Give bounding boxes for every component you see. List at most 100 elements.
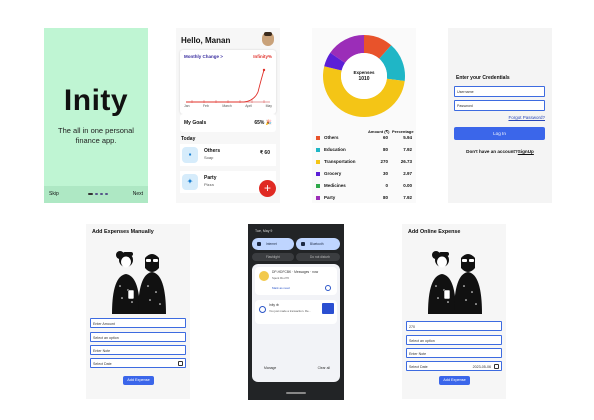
calendar-icon[interactable] (494, 364, 499, 369)
sms-notification[interactable]: DP-HDFCBK · Messages · now Spent Rs.270 … (255, 267, 337, 295)
category-name: Transportation (324, 159, 356, 164)
legend-swatch (316, 160, 320, 164)
avatar[interactable] (262, 32, 274, 46)
notification-body: Spent Rs.270 (272, 276, 289, 280)
category-name: Grocery (324, 171, 342, 176)
page-indicator (88, 193, 108, 195)
login-heading: Enter your Credentials (456, 75, 510, 81)
goals-value: 65% 🎉 (254, 120, 272, 126)
splash-screen: Inity The all in one personal finance ap… (44, 28, 148, 203)
date-input[interactable]: Select Date 2023-05-06 (406, 361, 502, 371)
tile-label: Do not disturb (310, 255, 330, 259)
amount-input[interactable]: Enter Amount (90, 318, 186, 328)
page-dot (100, 193, 103, 195)
tile-label: Bluetooth (310, 242, 324, 246)
amount-input[interactable]: 270 (406, 321, 502, 331)
inity-notification[interactable]: Inity ⊕ You just made a transaction. Re.… (255, 300, 337, 324)
monthly-change-card[interactable]: Monthly Change > Infinity% Jan Feb March… (180, 50, 276, 114)
goals-card[interactable]: My Goals 65% 🎉 (180, 114, 276, 132)
notification-title: Inity ⊕ (269, 303, 279, 307)
dashboard-screen: Hello, Manan Monthly Change > Infinity% … (176, 28, 280, 203)
legend-swatch (316, 136, 320, 140)
category-select[interactable]: Select an option (90, 332, 186, 342)
forgot-password-link[interactable]: Forgot Password? (508, 115, 545, 120)
category-select[interactable]: Select an option (406, 335, 502, 345)
expense-row: Party 80 7.92 (316, 192, 414, 203)
skip-button[interactable]: Skip (49, 191, 59, 197)
app-tagline: The all in one personal finance app. (58, 126, 134, 145)
month-label: Jan (184, 104, 190, 108)
wifi-icon (257, 242, 261, 246)
mark-as-read-button[interactable]: Mark as read (272, 286, 290, 290)
category-percent: 0.00 (403, 183, 412, 188)
date-input[interactable]: Select Date (90, 358, 186, 368)
home-indicator[interactable] (286, 392, 306, 394)
category-amount: 80 (382, 195, 388, 200)
add-expense-button[interactable]: Add Expense (439, 376, 470, 385)
tile-label: Flashlight (266, 255, 280, 259)
legend-swatch (316, 172, 320, 176)
category-name: Others (324, 135, 339, 140)
clear-all-button[interactable]: Clear all (318, 366, 330, 370)
month-label: May (265, 104, 272, 108)
today-heading: Today (181, 136, 196, 142)
expense-row: Others 60 5.94 (316, 132, 414, 144)
chart-line (186, 69, 265, 103)
inflation-label: Infinity% (253, 54, 272, 59)
add-transaction-button[interactable]: + (259, 180, 276, 197)
page-dot (95, 193, 98, 195)
category-amount: 60 (382, 135, 388, 140)
transaction-row[interactable]: ▪ Others Soap ₹ 60 (180, 144, 276, 166)
expense-row: Transportation 270 26.73 (316, 156, 414, 168)
donut-center-value: 1010 (358, 76, 370, 82)
signup-prompt: Don't have an account?SignUp (448, 149, 552, 154)
username-input[interactable]: Username (454, 86, 545, 97)
expand-icon[interactable] (325, 285, 331, 291)
chart-ticks (191, 100, 265, 103)
goals-label: My Goals (184, 120, 207, 126)
login-button[interactable]: Log In (454, 127, 545, 140)
page-title: Add Online Expense (408, 229, 461, 235)
note-input[interactable]: Enter Note (406, 348, 502, 358)
page-dot-active (88, 193, 93, 195)
notification-body: You just made a transaction. Re... (269, 309, 311, 313)
app-logo: Inity (63, 84, 129, 117)
inity-app-icon (259, 306, 266, 313)
notification-panel: DP-HDFCBK · Messages · now Spent Rs.270 … (252, 264, 340, 382)
monthly-change-chart (186, 68, 270, 103)
cart-icon: ▪ (182, 147, 198, 163)
month-label: April (245, 104, 253, 108)
next-button[interactable]: Next (133, 191, 143, 197)
page-title: Add Expenses Manually (92, 229, 154, 235)
password-input[interactable]: Password (454, 100, 545, 111)
legend-swatch (316, 196, 320, 200)
manage-button[interactable]: Manage (264, 366, 276, 370)
login-screen: Enter your Credentials Username Password… (448, 28, 552, 203)
category-name: Party (324, 195, 336, 200)
transaction-title: Others (204, 148, 221, 154)
calendar-icon[interactable] (178, 361, 183, 366)
signup-link[interactable]: SignUp (518, 149, 534, 154)
category-percent: 5.94 (403, 135, 412, 140)
couple-illustration (112, 251, 166, 314)
category-percent: 2.97 (403, 171, 412, 176)
notification-thumbnail (322, 303, 334, 314)
add-expense-button[interactable]: Add Expense (123, 376, 154, 385)
flashlight-tile[interactable]: Flashlight (252, 253, 294, 261)
month-label: March (222, 104, 232, 108)
transaction-amount: ₹ 60 (259, 150, 270, 156)
bluetooth-tile[interactable]: Bluetooth (296, 238, 340, 250)
bluetooth-icon (301, 242, 305, 246)
category-amount: 270 (380, 159, 388, 164)
legend-swatch (316, 148, 320, 152)
internet-tile[interactable]: Internet (252, 238, 294, 250)
notification-shade-screen: Tue, May 9 Internet Bluetooth Flashlight… (248, 224, 344, 400)
note-input[interactable]: Enter Note (90, 345, 186, 355)
sms-avatar (259, 271, 269, 281)
dnd-tile[interactable]: Do not disturb (296, 253, 340, 261)
transaction-title: Party (204, 175, 217, 181)
expense-chart-screen: Expenses 1010 Amount (₹) Percentage Othe… (312, 28, 416, 203)
transaction-subtitle: Soap (204, 155, 214, 160)
page-dot (105, 193, 108, 195)
expense-row: Education 80 7.92 (316, 144, 414, 156)
